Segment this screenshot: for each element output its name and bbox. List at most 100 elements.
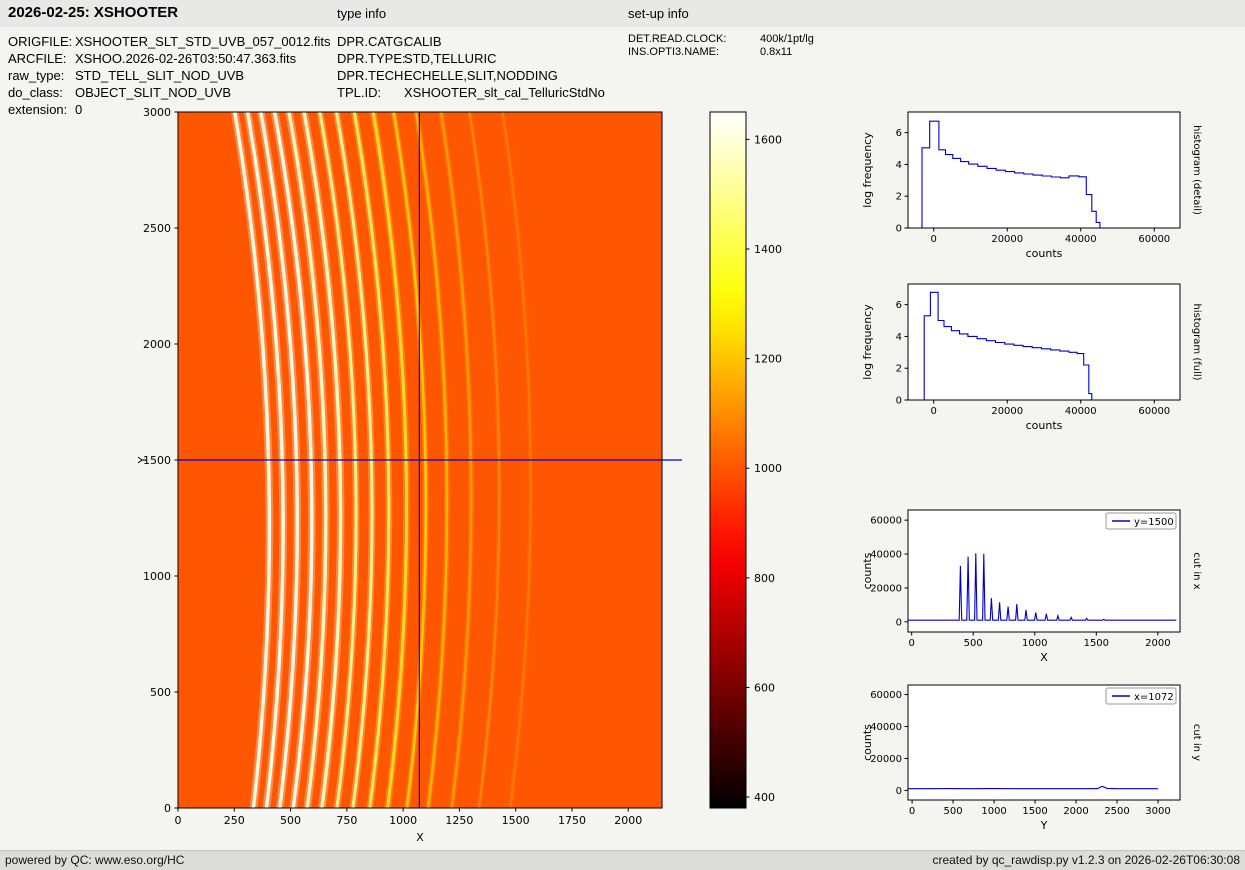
svg-text:40000: 40000 xyxy=(1065,406,1097,417)
svg-text:60000: 60000 xyxy=(870,690,902,701)
colorbar-svg: 400 600 800 1000 1200 1400 1600 xyxy=(709,111,782,809)
info-row-origfile: ORIGFILE: XSHOOTER_SLT_STD_UVB_057_0012.… xyxy=(8,33,331,50)
raw-image-plot: 0 250 500 750 1000 1250 1500 1750 2000 0 500 1000 15… xyxy=(130,104,682,853)
svg-text:60000: 60000 xyxy=(1138,406,1170,417)
svg-text:250: 250 xyxy=(224,814,245,827)
info-row-arcfile: ARCFILE: XSHOO.2026-02-26T03:50:47.363.f… xyxy=(8,50,331,67)
svg-text:4: 4 xyxy=(896,160,902,171)
svg-text:20000: 20000 xyxy=(991,234,1023,245)
svg-text:counts: counts xyxy=(861,552,874,589)
svg-text:1200: 1200 xyxy=(754,353,782,366)
svg-text:2000: 2000 xyxy=(143,338,171,351)
svg-text:800: 800 xyxy=(754,572,775,585)
rawtype-label: raw_type: xyxy=(8,68,65,83)
arcfile-label: ARCFILE: xyxy=(8,51,67,66)
svg-text:1600: 1600 xyxy=(754,133,782,146)
svg-text:counts: counts xyxy=(861,724,874,761)
svg-text:counts: counts xyxy=(1026,247,1063,260)
svg-text:Y: Y xyxy=(1040,819,1048,832)
svg-text:6: 6 xyxy=(896,300,902,311)
cut-in-x-plot: 0 500 1000 1500 2000 0 20000 40000 60000 Xcounts c… xyxy=(858,502,1218,682)
raw-image-svg: 0 250 500 750 1000 1250 1500 1750 20000500100015… xyxy=(136,106,682,844)
svg-text:4: 4 xyxy=(896,332,902,343)
histogram_full-svg: 0 20000 40000 60000 0 2 4 6 counts log frequency h… xyxy=(861,283,1202,432)
svg-text:1000: 1000 xyxy=(389,814,417,827)
svg-text:cut in x: cut in x xyxy=(1191,552,1202,589)
type-info-heading: type info xyxy=(337,6,387,21)
dprcatg-value: CALIB xyxy=(404,34,442,49)
histogram-full-plot: 0 20000 40000 60000 0 2 4 6 counts log frequency h… xyxy=(858,276,1218,448)
svg-text:0: 0 xyxy=(909,806,915,817)
svg-text:3000: 3000 xyxy=(143,106,171,119)
svg-text:histogram (full): histogram (full) xyxy=(1191,303,1202,380)
svg-text:log frequency: log frequency xyxy=(861,132,874,208)
origfile-value: XSHOOTER_SLT_STD_UVB_057_0012.fits xyxy=(75,34,331,49)
svg-text:500: 500 xyxy=(944,806,963,817)
dprcatg-label: DPR.CATG: xyxy=(337,34,407,49)
setup-info-heading: set-up info xyxy=(628,6,689,21)
svg-text:2: 2 xyxy=(896,192,902,203)
qc-report-page: 2026-02-25: XSHOOTER type info set-up in… xyxy=(0,0,1245,870)
svg-text:counts: counts xyxy=(1026,419,1063,432)
svg-text:0: 0 xyxy=(909,638,915,649)
rawtype-value: STD_TELL_SLIT_NOD_UVB xyxy=(75,68,245,83)
svg-text:40000: 40000 xyxy=(870,722,902,733)
svg-text:y=1500: y=1500 xyxy=(1134,517,1174,528)
svg-text:cut in y: cut in y xyxy=(1191,724,1202,761)
svg-text:750: 750 xyxy=(336,814,357,827)
dprtype-label: DPR.TYPE: xyxy=(337,51,406,66)
svg-text:2000: 2000 xyxy=(614,814,642,827)
svg-text:1500: 1500 xyxy=(1022,806,1047,817)
svg-text:2000: 2000 xyxy=(1145,638,1170,649)
footer-bar: powered by QC: www.eso.org/HC created by… xyxy=(0,850,1245,870)
svg-text:1000: 1000 xyxy=(1022,638,1047,649)
svg-text:500: 500 xyxy=(964,638,983,649)
svg-text:1500: 1500 xyxy=(1084,638,1109,649)
tplid-value: XSHOOTER_slt_cal_TelluricStdNo xyxy=(404,85,605,100)
svg-text:600: 600 xyxy=(754,681,775,694)
svg-text:1000: 1000 xyxy=(143,570,171,583)
opti3name-label: INS.OPTI3.NAME: xyxy=(628,46,720,58)
svg-text:1400: 1400 xyxy=(754,243,782,256)
info-row-dprtype: DPR.TYPE: STD,TELLURIC xyxy=(337,50,605,67)
histogram-detail-plot: 0 20000 40000 60000 0 2 4 6 counts log frequency h… xyxy=(858,104,1218,276)
svg-text:400: 400 xyxy=(754,791,775,804)
svg-text:40000: 40000 xyxy=(870,550,902,561)
svg-text:1250: 1250 xyxy=(445,814,473,827)
cut_in_x-svg: 0 500 1000 1500 20000200004000060000Xcounts c… xyxy=(861,509,1202,664)
info-row-dprtech: DPR.TECH: ECHELLE,SLIT,NODDING xyxy=(337,67,605,84)
svg-text:1000: 1000 xyxy=(754,462,782,475)
arcfile-value: XSHOO.2026-02-26T03:50:47.363.fits xyxy=(75,51,297,66)
info-row-dprcatg: DPR.CATG: CALIB xyxy=(337,33,605,50)
readclock-value: 400k/1pt/lg xyxy=(760,33,814,45)
info-row-opti3name: INS.OPTI3.NAME: 0.8x11 xyxy=(628,46,814,59)
colorbar-gradient xyxy=(709,111,747,809)
dprtech-label: DPR.TECH: xyxy=(337,68,408,83)
doclass-label: do_class: xyxy=(8,85,63,100)
setup-info-block: DET.READ.CLOCK: 400k/1pt/lg INS.OPTI3.NA… xyxy=(628,33,814,59)
svg-text:1750: 1750 xyxy=(558,814,586,827)
svg-text:20000: 20000 xyxy=(991,406,1023,417)
colorbar: 400 600 800 1000 1200 1400 1600 xyxy=(706,104,816,853)
svg-text:1000: 1000 xyxy=(981,806,1006,817)
svg-text:histogram (detail): histogram (detail) xyxy=(1191,125,1202,215)
info-row-tplid: TPL.ID: XSHOOTER_slt_cal_TelluricStdNo xyxy=(337,84,605,101)
svg-text:0: 0 xyxy=(931,234,937,245)
svg-text:60000: 60000 xyxy=(870,516,902,527)
svg-text:500: 500 xyxy=(150,686,171,699)
svg-text:0: 0 xyxy=(896,617,902,628)
svg-text:0: 0 xyxy=(896,396,902,407)
svg-text:60000: 60000 xyxy=(1138,234,1170,245)
svg-text:40000: 40000 xyxy=(1065,234,1097,245)
svg-text:0: 0 xyxy=(164,802,171,815)
type-info-block: DPR.CATG: CALIB DPR.TYPE: STD,TELLURIC D… xyxy=(337,33,605,101)
svg-text:0: 0 xyxy=(896,224,902,235)
svg-text:20000: 20000 xyxy=(870,754,902,765)
svg-text:0: 0 xyxy=(175,814,182,827)
dprtech-value: ECHELLE,SLIT,NODDING xyxy=(404,68,558,83)
header-bar: 2026-02-25: XSHOOTER type info set-up in… xyxy=(0,0,1245,27)
page-title: 2026-02-25: XSHOOTER xyxy=(8,4,179,21)
svg-text:6: 6 xyxy=(896,128,902,139)
svg-text:2500: 2500 xyxy=(143,222,171,235)
svg-text:2500: 2500 xyxy=(1104,806,1129,817)
